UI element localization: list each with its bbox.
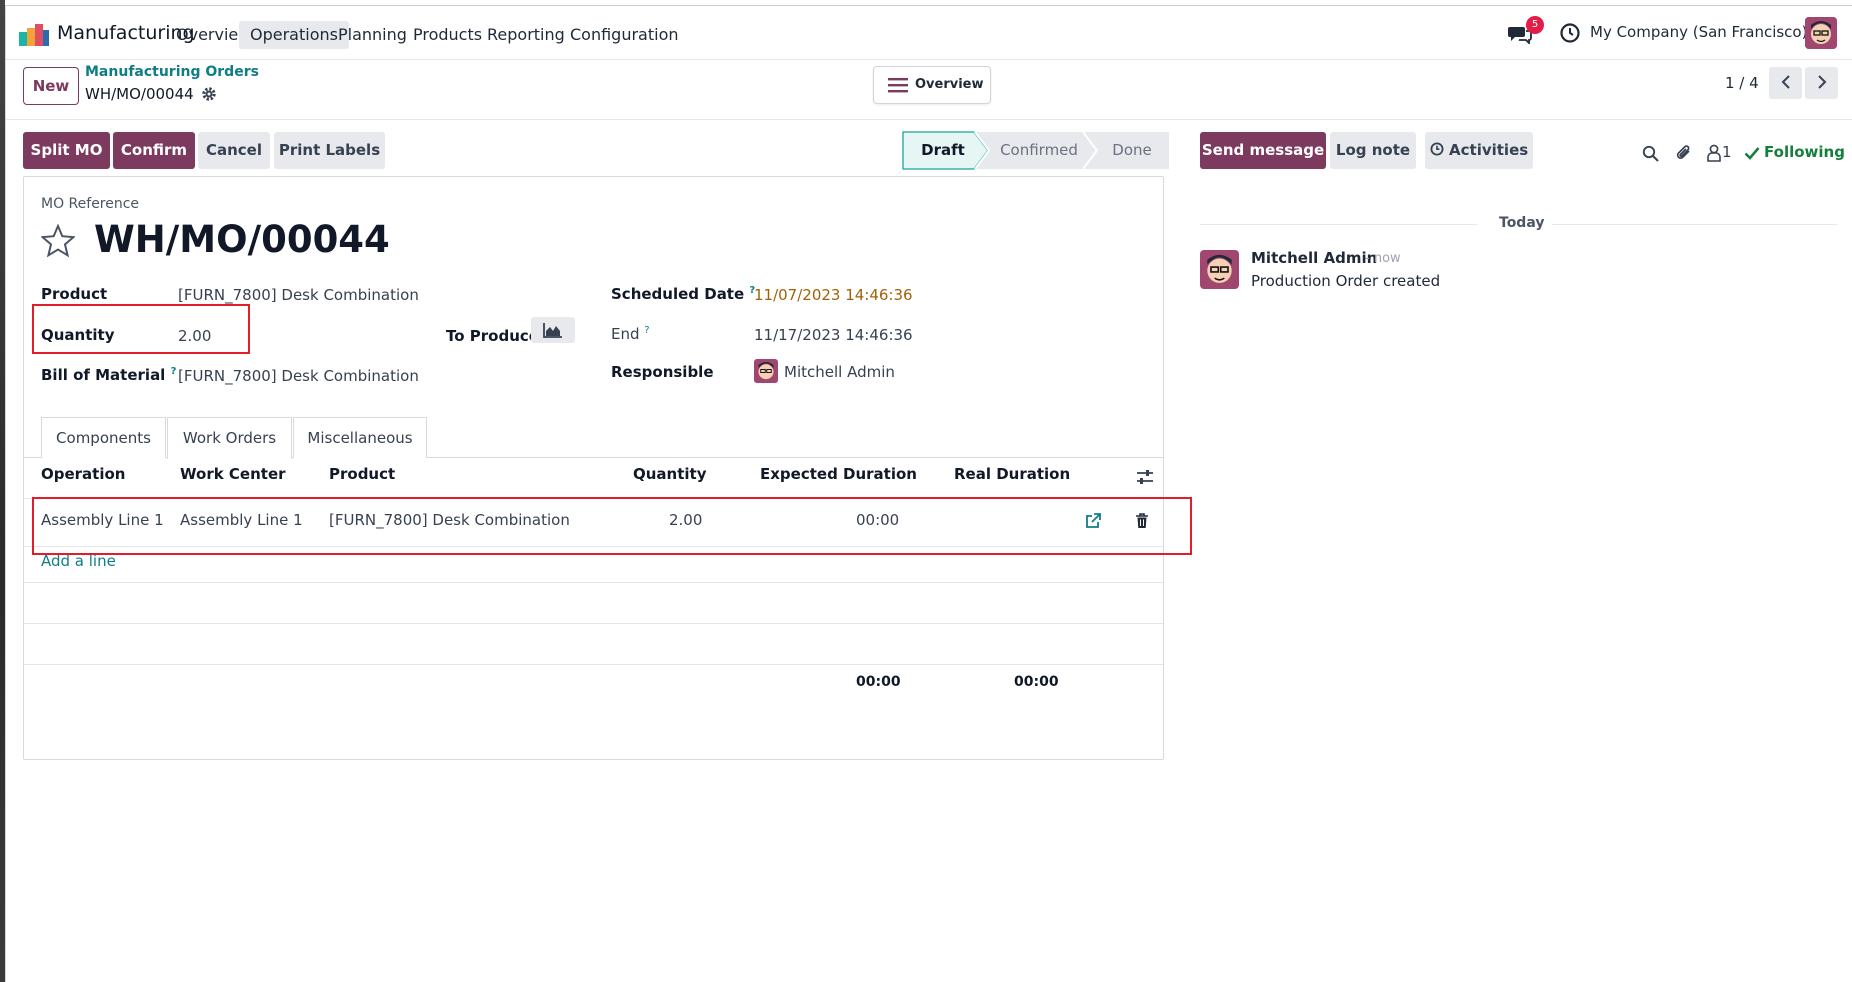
form-sheet: MO Reference WH/MO/00044 Product [FURN_7… [23, 176, 1192, 760]
pager-next-button[interactable] [1805, 67, 1838, 99]
to-produce-label: To Produce [446, 327, 539, 345]
chevron-left-icon [1781, 75, 1790, 89]
following-button[interactable]: Following [1764, 143, 1845, 161]
responsible-avatar [754, 359, 778, 383]
message-author[interactable]: Mitchell Admin [1251, 249, 1377, 267]
bom-field[interactable]: [FURN_7800] Desk Combination [178, 367, 419, 385]
star-icon[interactable] [41, 224, 75, 258]
total-expected-duration: 00:00 [856, 674, 901, 690]
log-note-button[interactable]: Log note [1330, 132, 1416, 169]
work-order-highlight-box [32, 497, 1192, 555]
overview-button-label: Overview [915, 77, 984, 92]
column-expected-duration[interactable]: Expected Duration [760, 465, 917, 483]
product-label: Product [41, 285, 108, 303]
quantity-highlight-box [32, 304, 250, 354]
paperclip-icon[interactable] [1675, 143, 1693, 163]
product-field[interactable]: [FURN_7800] Desk Combination [178, 286, 419, 304]
status-done[interactable]: Done [1096, 132, 1168, 169]
column-product[interactable]: Product [329, 465, 395, 483]
mo-reference-label: MO Reference [41, 196, 140, 212]
column-quantity[interactable]: Quantity [633, 465, 707, 483]
column-operation[interactable]: Operation [41, 465, 125, 483]
followers-icon[interactable] [1707, 144, 1721, 162]
help-icon[interactable]: ? [171, 366, 177, 377]
scheduled-date-label-text: Scheduled Date [611, 285, 745, 303]
responsible-label: Responsible [611, 363, 714, 381]
end-label: End ? [611, 325, 650, 343]
followers-count[interactable]: 1 [1722, 143, 1732, 161]
cancel-button[interactable]: Cancel [198, 132, 270, 169]
message-author-avatar[interactable] [1200, 250, 1239, 289]
manufacturing-app-icon[interactable] [19, 22, 49, 46]
end-date-field[interactable]: 11/17/2023 14:46:36 [754, 326, 913, 344]
date-separator-line-right [1552, 224, 1837, 225]
area-chart-icon [543, 323, 562, 338]
activities-label: Activities [1449, 141, 1529, 159]
scheduled-date-field[interactable]: 11/07/2023 14:46:36 [754, 286, 913, 304]
notification-badge: 5 [1526, 16, 1544, 34]
status-confirmed[interactable]: Confirmed [986, 132, 1092, 169]
empty-row-divider-3 [24, 664, 1163, 665]
bom-label: Bill of Material ? [41, 366, 176, 384]
confirm-button[interactable]: Confirm [113, 132, 195, 169]
check-icon [1744, 147, 1760, 160]
message-body: Production Order created [1251, 272, 1441, 290]
bom-label-text: Bill of Material [41, 366, 166, 384]
end-label-text: End [611, 325, 640, 343]
column-work-center[interactable]: Work Center [180, 465, 286, 483]
control-panel-divider [6, 119, 1852, 120]
gear-icon[interactable] [201, 86, 217, 102]
split-mo-button[interactable]: Split MO [23, 132, 110, 169]
message-time: - now [1365, 251, 1401, 266]
overview-button[interactable]: Overview [873, 66, 991, 104]
status-draft[interactable]: Draft [903, 132, 983, 169]
total-real-duration: 00:00 [1014, 674, 1059, 690]
pager-value[interactable]: 1 / 4 [1725, 74, 1759, 92]
app-window: Manufacturing Overview Operations Planni… [5, 5, 1852, 982]
print-labels-button[interactable]: Print Labels [274, 132, 385, 169]
tab-work-orders[interactable]: Work Orders [167, 417, 292, 459]
pager-previous-button[interactable] [1769, 67, 1802, 99]
mo-title[interactable]: WH/MO/00044 [94, 218, 390, 261]
activity-clock-icon[interactable] [1559, 22, 1581, 44]
new-button[interactable]: New [23, 67, 79, 105]
empty-row-divider-1 [24, 582, 1163, 583]
tab-components[interactable]: Components [41, 417, 166, 458]
tab-miscellaneous[interactable]: Miscellaneous [293, 417, 427, 458]
top-navbar: Manufacturing Overview Operations Planni… [6, 6, 1852, 60]
menu-configuration[interactable]: Configuration [559, 21, 690, 49]
responsible-field[interactable]: Mitchell Admin [784, 363, 895, 381]
column-settings-icon[interactable] [1136, 469, 1154, 485]
user-avatar[interactable] [1805, 17, 1837, 49]
breadcrumb-current: WH/MO/00044 [85, 85, 194, 103]
send-message-button[interactable]: Send message [1200, 132, 1326, 169]
menu-list-icon [888, 78, 908, 93]
search-icon[interactable] [1642, 145, 1659, 162]
activities-button[interactable]: Activities [1425, 132, 1533, 169]
date-separator: Today [1499, 215, 1545, 231]
scheduled-date-label: Scheduled Date ? [611, 285, 755, 303]
chevron-right-icon [1817, 75, 1826, 89]
empty-row-divider-2 [24, 623, 1163, 624]
help-icon[interactable]: ? [644, 325, 649, 336]
company-switcher[interactable]: My Company (San Francisco) [1590, 23, 1807, 41]
date-separator-line-left [1200, 224, 1477, 225]
column-real-duration[interactable]: Real Duration [954, 465, 1070, 483]
clock-icon [1430, 142, 1444, 156]
breadcrumb-parent[interactable]: Manufacturing Orders [85, 64, 259, 80]
forecast-chart-button[interactable] [531, 317, 575, 343]
